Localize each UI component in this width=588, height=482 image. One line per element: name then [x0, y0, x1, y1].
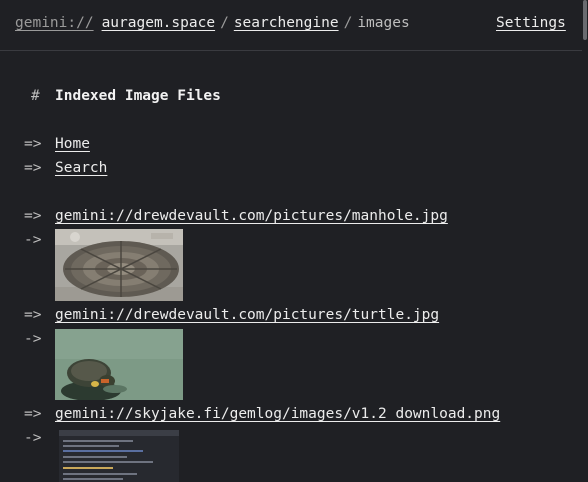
turtle-image-preview[interactable] — [55, 329, 183, 400]
link-marker: => — [24, 208, 42, 224]
settings-link[interactable]: Settings — [496, 15, 566, 31]
link-marker: => — [24, 136, 42, 152]
breadcrumb: gemini://auragem.space / searchengine / imag… — [15, 15, 410, 31]
image-url-link-download[interactable]: gemini://skyjake.fi/gemlog/images/v1.2_d… — [55, 406, 500, 422]
image-url-link-turtle[interactable]: gemini://drewdevault.com/pictures/turtle… — [55, 307, 439, 323]
manhole-image-preview[interactable] — [55, 229, 183, 301]
link-marker: => — [24, 406, 42, 422]
breadcrumb-separator: / — [220, 15, 229, 31]
breadcrumb-current: images — [357, 15, 410, 31]
breadcrumb-host-link[interactable]: auragem.space — [102, 15, 216, 31]
link-marker: => — [24, 307, 42, 323]
page-title: Indexed Image Files — [55, 88, 221, 104]
breadcrumb-searchengine-link[interactable]: searchengine — [234, 15, 339, 31]
scrollbar-thumb[interactable] — [583, 0, 587, 40]
scrollbar[interactable] — [582, 0, 588, 482]
search-link[interactable]: Search — [55, 160, 107, 176]
breadcrumb-separator: / — [343, 15, 353, 31]
image-url-link-manhole[interactable]: gemini://drewdevault.com/pictures/manhol… — [55, 208, 448, 224]
heading-marker: # — [31, 88, 40, 104]
preview-marker: -> — [24, 232, 42, 248]
top-bar: gemini://auragem.space / searchengine / imag… — [0, 0, 588, 51]
preview-marker: -> — [24, 331, 42, 347]
link-marker: => — [24, 160, 42, 176]
home-link[interactable]: Home — [55, 136, 90, 152]
download-screenshot-preview[interactable] — [55, 430, 183, 482]
breadcrumb-protocol-link[interactable]: gemini:// — [15, 15, 94, 31]
preview-marker: -> — [24, 430, 42, 446]
